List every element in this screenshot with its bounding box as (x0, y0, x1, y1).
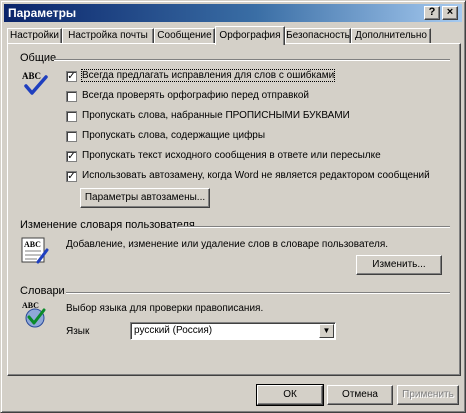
section-title-user-dictionary: Изменение словаря пользователя (20, 219, 198, 231)
tab-strip: Настройки Настройка почты Сообщение Орфо… (7, 26, 459, 45)
checkbox-ignore-original[interactable]: ✓ (66, 151, 77, 162)
separator (66, 292, 450, 294)
option-label: Пропускать слова, содержащие цифры (82, 130, 266, 141)
checkbox-ignore-digits[interactable] (66, 131, 77, 142)
window-title: Параметры (8, 6, 77, 20)
section-title-dictionaries: Словари (20, 285, 68, 297)
spelling-panel: Общие ABC ✓ Всегда предлагать исправлени… (7, 43, 461, 376)
option-label: Пропускать текст исходного сообщения в о… (82, 150, 381, 161)
tab-advanced[interactable]: Дополнительно (351, 28, 431, 44)
options-dialog: Параметры ? × Настройки Настройка почты … (0, 0, 466, 413)
edit-dictionary-button[interactable]: Изменить... (356, 255, 442, 275)
icon-abc-text: ABC (22, 71, 41, 81)
separator (178, 226, 450, 228)
tab-mail-setup[interactable]: Настройка почты (62, 28, 154, 44)
checkbox-ignore-uppercase[interactable] (66, 111, 77, 122)
close-button[interactable]: × (442, 6, 458, 20)
spelling-check-icon: ABC (22, 71, 48, 95)
language-select-value: русский (Россия) (134, 325, 213, 336)
tab-security[interactable]: Безопасность (285, 28, 351, 44)
tab-settings[interactable]: Настройки (7, 28, 62, 44)
chevron-down-icon[interactable]: ▼ (319, 324, 334, 338)
option-label: Использовать автозамену, когда Word не я… (82, 170, 430, 181)
checkbox-autocorrect[interactable]: ✓ (66, 171, 77, 182)
autocorrect-options-button[interactable]: Параметры автозамены... (80, 188, 210, 208)
language-label: Язык (66, 326, 90, 337)
option-label: Всегда предлагать исправления для слов с… (80, 69, 336, 82)
spelling-dictionary-icon: ABC (22, 301, 46, 328)
separator (54, 59, 450, 61)
dictionary-edit-icon: ABC (21, 237, 49, 264)
dictionaries-description: Выбор языка для проверки правописания. (66, 303, 264, 314)
option-label: Пропускать слова, набранные ПРОПИСНЫМИ Б… (82, 110, 350, 121)
option-label: Всегда проверять орфографию перед отправ… (82, 90, 310, 101)
tab-spelling[interactable]: Орфография (215, 26, 285, 45)
title-bar[interactable]: Параметры ? × (4, 4, 462, 22)
user-dictionary-description: Добавление, изменение или удаление слов … (66, 239, 389, 250)
checkbox-check-before-send[interactable] (66, 91, 77, 102)
help-button[interactable]: ? (424, 6, 440, 20)
tab-message[interactable]: Сообщение (154, 28, 215, 44)
checkbox-suggest[interactable]: ✓ (66, 71, 77, 82)
icon-abc-text: ABC (24, 240, 41, 249)
apply-button[interactable]: Применить (397, 385, 459, 405)
ok-button[interactable]: ОК (256, 384, 324, 406)
section-title-general: Общие (20, 52, 60, 64)
cancel-button[interactable]: Отмена (327, 385, 393, 405)
language-select[interactable]: русский (Россия) ▼ (130, 322, 336, 340)
